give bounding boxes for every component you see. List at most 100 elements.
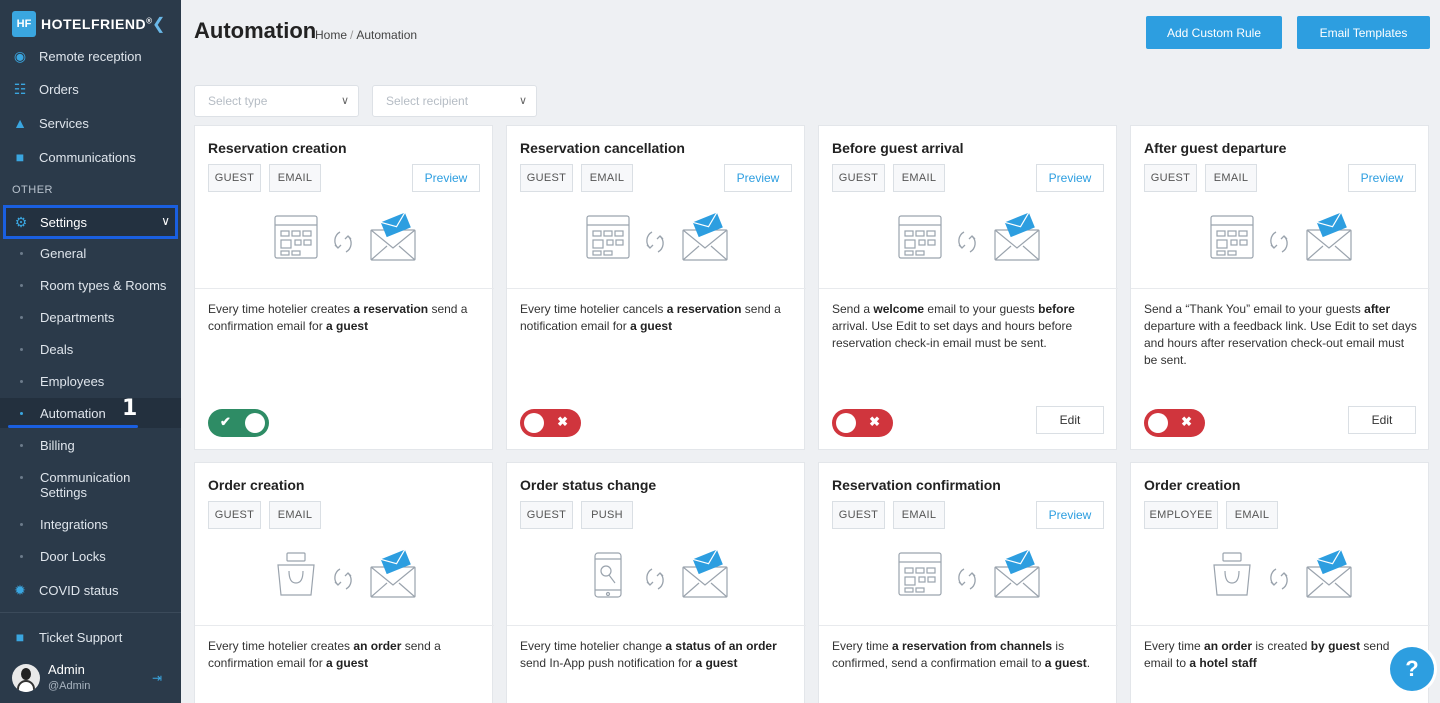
description-emphasis: before xyxy=(1038,302,1075,316)
sidebar-subitem-general[interactable]: General xyxy=(0,238,181,268)
annotation-number: 1 xyxy=(122,396,138,421)
description-text: email to your guests xyxy=(924,302,1039,316)
toggle-knob xyxy=(245,413,265,433)
add-custom-rule-button[interactable]: Add Custom Rule xyxy=(1146,16,1282,49)
preview-button[interactable]: Preview xyxy=(1036,501,1104,529)
bullet-icon xyxy=(20,476,23,479)
select-type-dropdown[interactable]: Select type ∨ xyxy=(194,85,359,117)
rule-enabled-toggle[interactable]: ✖ xyxy=(520,409,581,437)
sidebar-subitem-employees[interactable]: Employees xyxy=(0,366,181,396)
recipient-tag: GUEST xyxy=(208,164,261,192)
select-recipient-dropdown[interactable]: Select recipient ∨ xyxy=(372,85,537,117)
email-envelope-icon xyxy=(682,212,728,261)
avatar xyxy=(12,664,40,692)
description-text: Every time hotelier creates xyxy=(208,639,354,653)
preview-button[interactable]: Preview xyxy=(412,164,480,192)
card-title: Order creation xyxy=(208,477,305,493)
sidebar-item-communications[interactable]: ■ Communications xyxy=(0,144,181,170)
bullet-icon xyxy=(20,347,23,351)
description-text: Send a xyxy=(832,302,874,316)
description-emphasis: welcome xyxy=(873,302,925,316)
breadcrumb-home[interactable]: Home xyxy=(315,28,347,42)
description-text: . xyxy=(1086,656,1091,670)
help-button[interactable]: ? xyxy=(1390,647,1434,691)
rule-enabled-toggle[interactable]: ✖ xyxy=(832,409,893,437)
chevron-down-icon: ∨ xyxy=(340,95,349,107)
sidebar-subitem-billing[interactable]: Billing xyxy=(0,430,181,460)
collapse-sidebar-icon[interactable]: ❮ xyxy=(152,14,165,34)
automation-illustration xyxy=(898,212,1040,261)
description-emphasis: a guest xyxy=(1044,656,1087,670)
description-emphasis: by guest xyxy=(1310,639,1361,653)
chevron-down-icon: ∨ xyxy=(161,214,170,228)
recipient-tag: GUEST xyxy=(520,501,573,529)
description-emphasis: a status of an order xyxy=(665,639,777,653)
sidebar-item-remote-reception[interactable]: ◉ Remote reception xyxy=(0,43,181,69)
preview-button[interactable]: Preview xyxy=(1348,164,1416,192)
sync-icon xyxy=(646,231,664,253)
active-item-highlight xyxy=(8,425,138,428)
select-type-placeholder: Select type xyxy=(208,94,268,108)
chat-icon: ■ xyxy=(15,149,25,165)
bullet-icon xyxy=(20,411,23,415)
support-chat-icon: ■ xyxy=(15,629,25,645)
bullet-icon xyxy=(20,251,23,255)
calendar-icon xyxy=(1210,215,1254,259)
description-emphasis: after xyxy=(1364,302,1391,316)
user-handle: @Admin xyxy=(48,680,91,692)
sidebar-subitem-room-types[interactable]: Room types & Rooms xyxy=(0,270,181,300)
bag-icon xyxy=(277,552,315,596)
description-text: Every time xyxy=(1144,639,1205,653)
breadcrumb-current: Automation xyxy=(356,28,418,42)
brand-name: HOTELFRIEND® xyxy=(41,16,153,32)
brand[interactable]: HF HOTELFRIEND® xyxy=(12,10,152,38)
card-title: After guest departure xyxy=(1144,140,1287,156)
description-emphasis: an order xyxy=(353,639,402,653)
card-divider xyxy=(507,625,806,626)
recipient-tag: EMAIL xyxy=(269,164,321,192)
sidebar-subitem-door-locks[interactable]: Door Locks xyxy=(0,541,181,571)
sidebar-subitem-integrations[interactable]: Integrations xyxy=(0,509,181,539)
preview-button[interactable]: Preview xyxy=(1036,164,1104,192)
description-emphasis: a guest xyxy=(326,319,369,333)
sidebar-subitem-label: Communication Settings xyxy=(40,470,131,500)
sidebar-item-label: COVID status xyxy=(39,582,119,598)
automation-card: Order creation EMPLOYEE EMAIL Every time an… xyxy=(1130,462,1430,703)
recipient-tag: GUEST xyxy=(832,164,885,192)
description-text: Every time xyxy=(832,639,893,653)
rule-enabled-toggle[interactable]: ✔ xyxy=(208,409,269,437)
sidebar-item-settings[interactable]: ⚙ Settings ∨ xyxy=(3,205,178,239)
email-envelope-icon xyxy=(994,549,1040,598)
card-divider xyxy=(1131,288,1430,289)
preview-button[interactable]: Preview xyxy=(724,164,792,192)
sidebar-subitem-deals[interactable]: Deals xyxy=(0,334,181,364)
description-text: departure with a feedback link. Use Edit… xyxy=(1144,319,1417,367)
user-profile[interactable]: Admin @Admin ⇥ xyxy=(12,660,177,696)
toggle-knob xyxy=(1148,413,1168,433)
sidebar-subitem-automation[interactable]: Automation xyxy=(0,398,181,428)
card-description: Send a “Thank You” email to your guests … xyxy=(1144,301,1419,369)
close-icon: ✖ xyxy=(869,414,880,429)
automation-illustration xyxy=(1213,549,1352,598)
description-text: Every time hotelier creates xyxy=(208,302,354,316)
sidebar-subitem-communication-settings[interactable]: Communication Settings xyxy=(0,466,181,504)
sidebar-item-ticket-support[interactable]: ■ Ticket Support xyxy=(0,624,181,650)
sidebar-subitem-label: Integrations xyxy=(40,516,108,532)
card-description: Every time hotelier creates a reservatio… xyxy=(208,301,483,335)
sidebar-item-covid[interactable]: ✹ COVID status xyxy=(0,577,181,603)
calendar-icon xyxy=(274,215,318,259)
automation-card: Reservation cancellation GUEST EMAIL Previe… xyxy=(506,125,806,450)
description-text: Every time hotelier cancels xyxy=(520,302,667,316)
card-divider xyxy=(819,625,1118,626)
edit-button[interactable]: Edit xyxy=(1348,406,1416,434)
sidebar-item-services[interactable]: ▲ Services xyxy=(0,110,181,136)
email-templates-button[interactable]: Email Templates xyxy=(1297,16,1430,49)
card-description: Every time hotelier creates an order sen… xyxy=(208,638,483,672)
sidebar-subitem-departments[interactable]: Departments xyxy=(0,302,181,332)
description-text: Send a “Thank You” email to your guests xyxy=(1144,302,1365,316)
logout-icon[interactable]: ⇥ xyxy=(152,671,162,685)
edit-button[interactable]: Edit xyxy=(1036,406,1104,434)
rule-enabled-toggle[interactable]: ✖ xyxy=(1144,409,1205,437)
sidebar-item-orders[interactable]: ☷ Orders xyxy=(0,76,181,102)
card-divider xyxy=(195,625,494,626)
